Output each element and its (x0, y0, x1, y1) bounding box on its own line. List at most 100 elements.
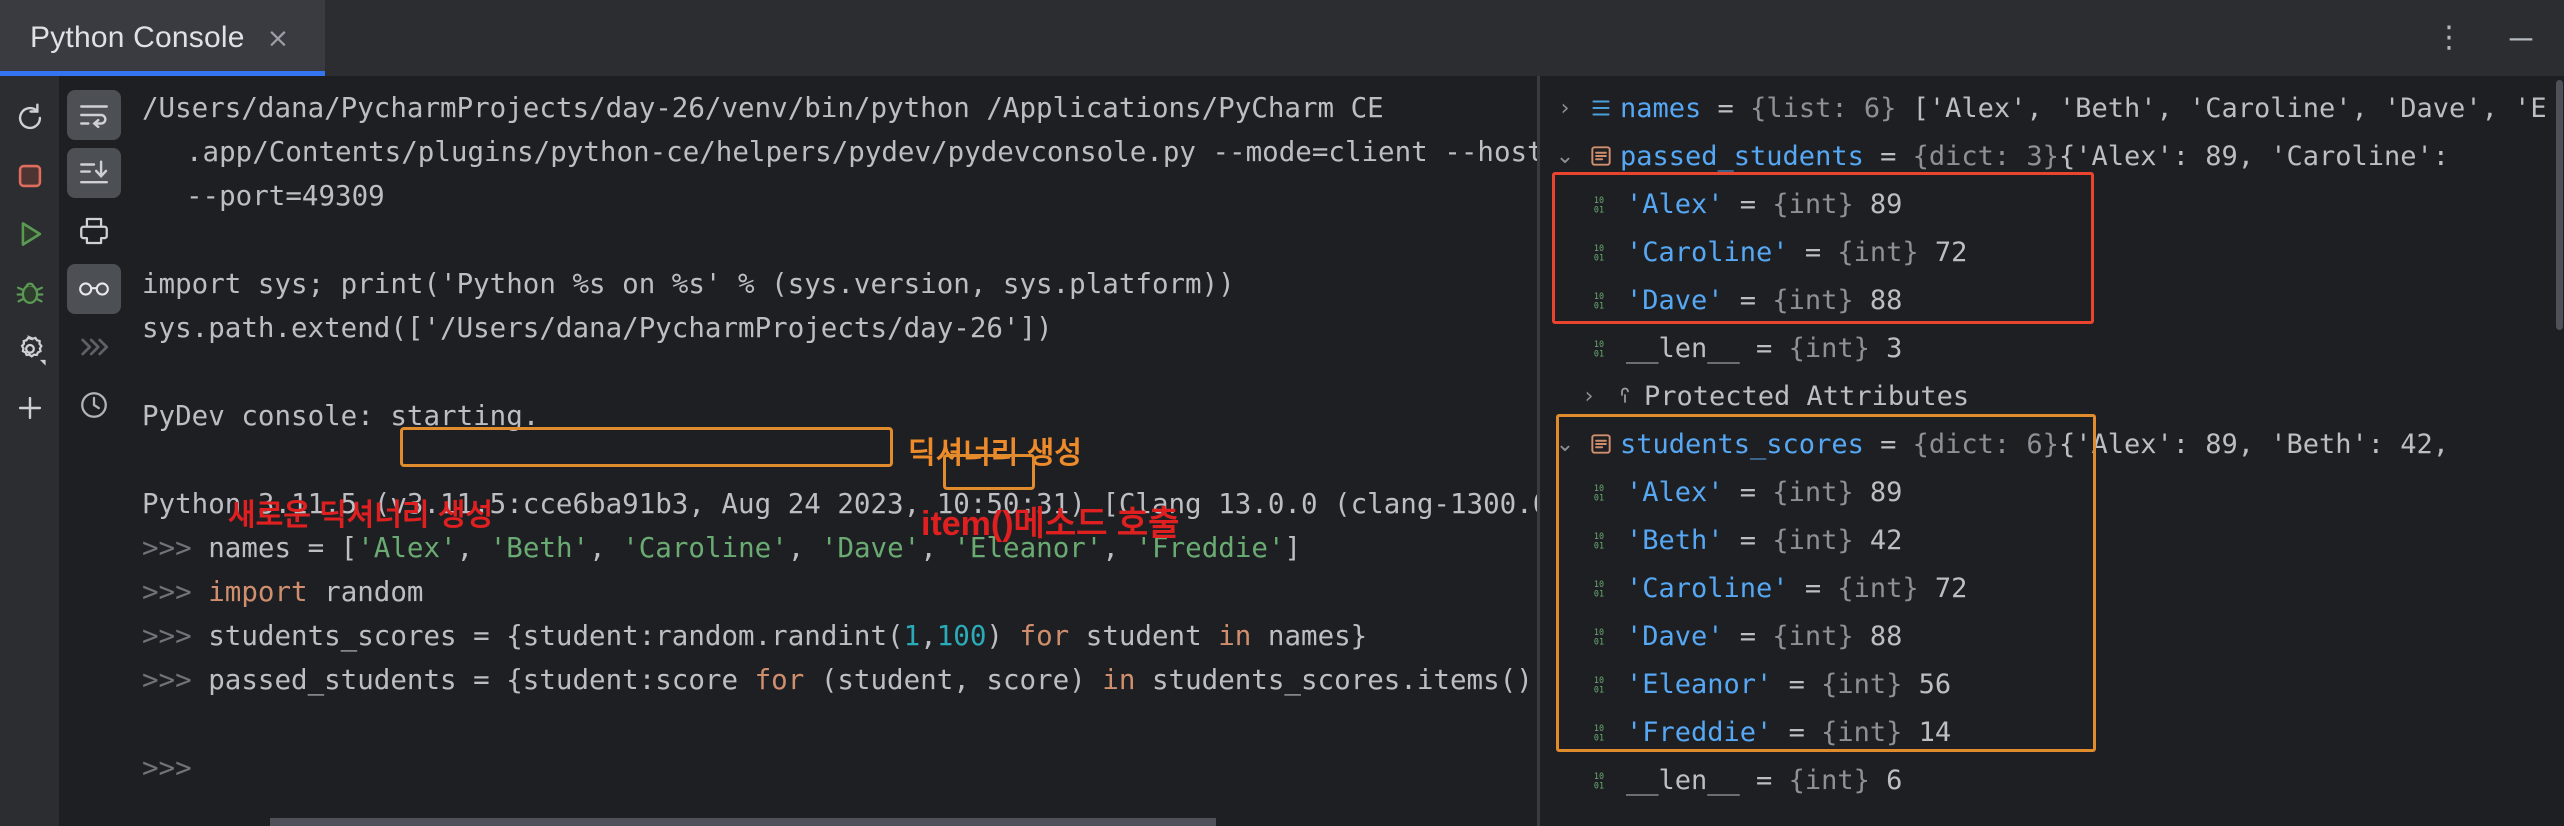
run-button[interactable] (4, 208, 56, 260)
console-prompt-line: >>> students_scores = {student:random.ra… (142, 620, 1368, 652)
console-line: --port=49309 (186, 180, 385, 212)
variable-name: 'Freddie' (1626, 716, 1773, 748)
variable-row-child[interactable]: 10 01 'Dave' = {int} 88 (1540, 276, 2564, 324)
int-icon: 10 01 (1588, 577, 1626, 599)
variable-row-students-scores[interactable]: ⌄ students_scores = {dict: 6} {'Alex': 8… (1540, 420, 2564, 468)
variable-row-child[interactable]: 10 01 'Eleanor' = {int} 56 (1540, 660, 2564, 708)
int-icon: 10 01 (1588, 289, 1626, 311)
variable-value: {'Alex': 89, 'Beth': 42, (2058, 428, 2466, 460)
variable-row-child[interactable]: 10 01 'Alex' = {int} 89 (1540, 468, 2564, 516)
variable-type: {int} (1772, 188, 1854, 220)
variable-row-child[interactable]: 10 01 'Beth' = {int} 42 (1540, 516, 2564, 564)
glasses-icon[interactable] (67, 264, 121, 314)
variable-type: {int} (1821, 668, 1903, 700)
variable-value: 56 (1902, 668, 1952, 700)
int-icon: 10 01 (1588, 673, 1626, 695)
prompt-marker: >>> (142, 532, 192, 564)
console-prompt-line-active[interactable]: >>> (142, 746, 1537, 790)
prompt-marker: >>> (142, 620, 192, 652)
int-icon: 10 01 (1588, 481, 1626, 503)
more-vertical-icon[interactable]: ⋮ (2434, 23, 2464, 53)
close-icon[interactable]: × (267, 25, 290, 52)
variable-row-names[interactable]: › names = {list: 6} ['Alex', 'Beth', 'Ca… (1540, 84, 2564, 132)
chevrons-right-icon[interactable] (67, 322, 121, 372)
prompt-marker: >>> (142, 664, 192, 696)
int-icon: 10 01 (1588, 625, 1626, 647)
print-icon[interactable] (67, 206, 121, 256)
variable-type: {int} (1788, 332, 1870, 364)
annotation-dict-creation: 딕셔너리 생성 (908, 437, 1082, 470)
clock-icon[interactable] (67, 380, 121, 430)
variable-name: 'Eleanor' (1626, 668, 1773, 700)
variables-panel[interactable]: › names = {list: 6} ['Alex', 'Beth', 'Ca… (1540, 76, 2564, 826)
variable-name: students_scores (1620, 428, 1864, 460)
run-toolbar (0, 76, 60, 826)
variable-row-child[interactable]: 10 01 'Dave' = {int} 88 (1540, 612, 2564, 660)
variable-row-child[interactable]: 10 01 'Caroline' = {int} 72 (1540, 564, 2564, 612)
scroll-to-end-toggle[interactable] (67, 148, 121, 198)
variable-value: 42 (1853, 524, 1903, 556)
variable-type: {int} (1772, 524, 1854, 556)
console-prompt-line: >>> import random (142, 576, 424, 608)
list-icon (1582, 95, 1620, 121)
stop-button[interactable] (4, 150, 56, 202)
variable-eq: = (1863, 428, 1913, 460)
dict-icon (1582, 143, 1620, 169)
variable-row-child[interactable]: 10 01 'Caroline' = {int} 72 (1540, 228, 2564, 276)
rerun-button[interactable] (4, 92, 56, 144)
variable-value: 89 (1853, 476, 1903, 508)
pycharm-python-console-window: Python Console × ⋮ /Users/dana/PycharmPr… (0, 0, 2564, 826)
chevron-down-icon[interactable]: ⌄ (1548, 144, 1582, 169)
add-console-button[interactable] (4, 382, 56, 434)
console-horizontal-scrollbar[interactable] (270, 818, 1216, 826)
variable-name: 'Alex' (1626, 188, 1724, 220)
variable-eq: = (1723, 524, 1773, 556)
variable-type: {int} (1788, 764, 1870, 796)
variable-row-len[interactable]: 10 01 __len__ = {int} 6 (1540, 756, 2564, 804)
variable-value: 88 (1853, 284, 1903, 316)
scrollbar-thumb[interactable] (2556, 80, 2563, 330)
tab-python-console[interactable]: Python Console × (0, 0, 326, 76)
variable-eq: = (1739, 332, 1789, 364)
annotation-new-dict: 새로운 딕셔너리 생성 (228, 499, 494, 532)
chevron-down-icon[interactable]: ⌄ (1548, 432, 1582, 457)
variable-type: {int} (1837, 572, 1919, 604)
variable-type: {int} (1821, 716, 1903, 748)
settings-button[interactable] (4, 324, 56, 376)
int-icon: 10 01 (1588, 337, 1626, 359)
svg-text:01: 01 (1594, 252, 1604, 262)
prompt-marker: >>> (142, 752, 192, 784)
variable-row-child[interactable]: 10 01 'Alex' = {int} 89 (1540, 180, 2564, 228)
variables-vertical-scrollbar[interactable] (2555, 76, 2564, 826)
variable-name: Protected Attributes (1644, 380, 1970, 412)
dict-icon (1582, 431, 1620, 457)
console-line: .app/Contents/plugins/python-ce/helpers/… (186, 136, 1537, 168)
int-icon: 10 01 (1588, 769, 1626, 791)
variable-value: 88 (1853, 620, 1903, 652)
int-icon: 10 01 (1588, 721, 1626, 743)
chevron-right-icon[interactable]: › (1548, 96, 1582, 121)
variable-eq: = (1739, 764, 1789, 796)
variable-eq: = (1723, 620, 1773, 652)
console-toolbar (60, 76, 128, 826)
soft-wrap-toggle[interactable] (67, 90, 121, 140)
svg-text:01: 01 (1594, 348, 1604, 358)
console-output[interactable]: /Users/dana/PycharmProjects/day-26/venv/… (128, 76, 1537, 826)
svg-text:01: 01 (1594, 588, 1604, 598)
variable-row-passed-students[interactable]: ⌄ passed_students = {dict: 3} {'Alex': 8… (1540, 132, 2564, 180)
console-line: /Users/dana/PycharmProjects/day-26/venv/… (142, 92, 1384, 124)
scrollbar-thumb[interactable] (270, 818, 1216, 826)
variable-row-protected-attributes[interactable]: › Protected Attributes (1540, 372, 2564, 420)
debug-bug-icon[interactable] (4, 266, 56, 318)
variable-row-len[interactable]: 10 01 __len__ = {int} 3 (1540, 324, 2564, 372)
variable-name: passed_students (1620, 140, 1864, 172)
int-icon: 10 01 (1588, 529, 1626, 551)
variable-eq: = (1723, 284, 1773, 316)
chevron-right-icon[interactable]: › (1572, 384, 1606, 409)
variable-eq: = (1772, 716, 1822, 748)
variable-eq: = (1772, 668, 1822, 700)
minimize-icon[interactable] (2504, 21, 2538, 55)
int-icon: 10 01 (1588, 241, 1626, 263)
variable-row-child[interactable]: 10 01 'Freddie' = {int} 14 (1540, 708, 2564, 756)
